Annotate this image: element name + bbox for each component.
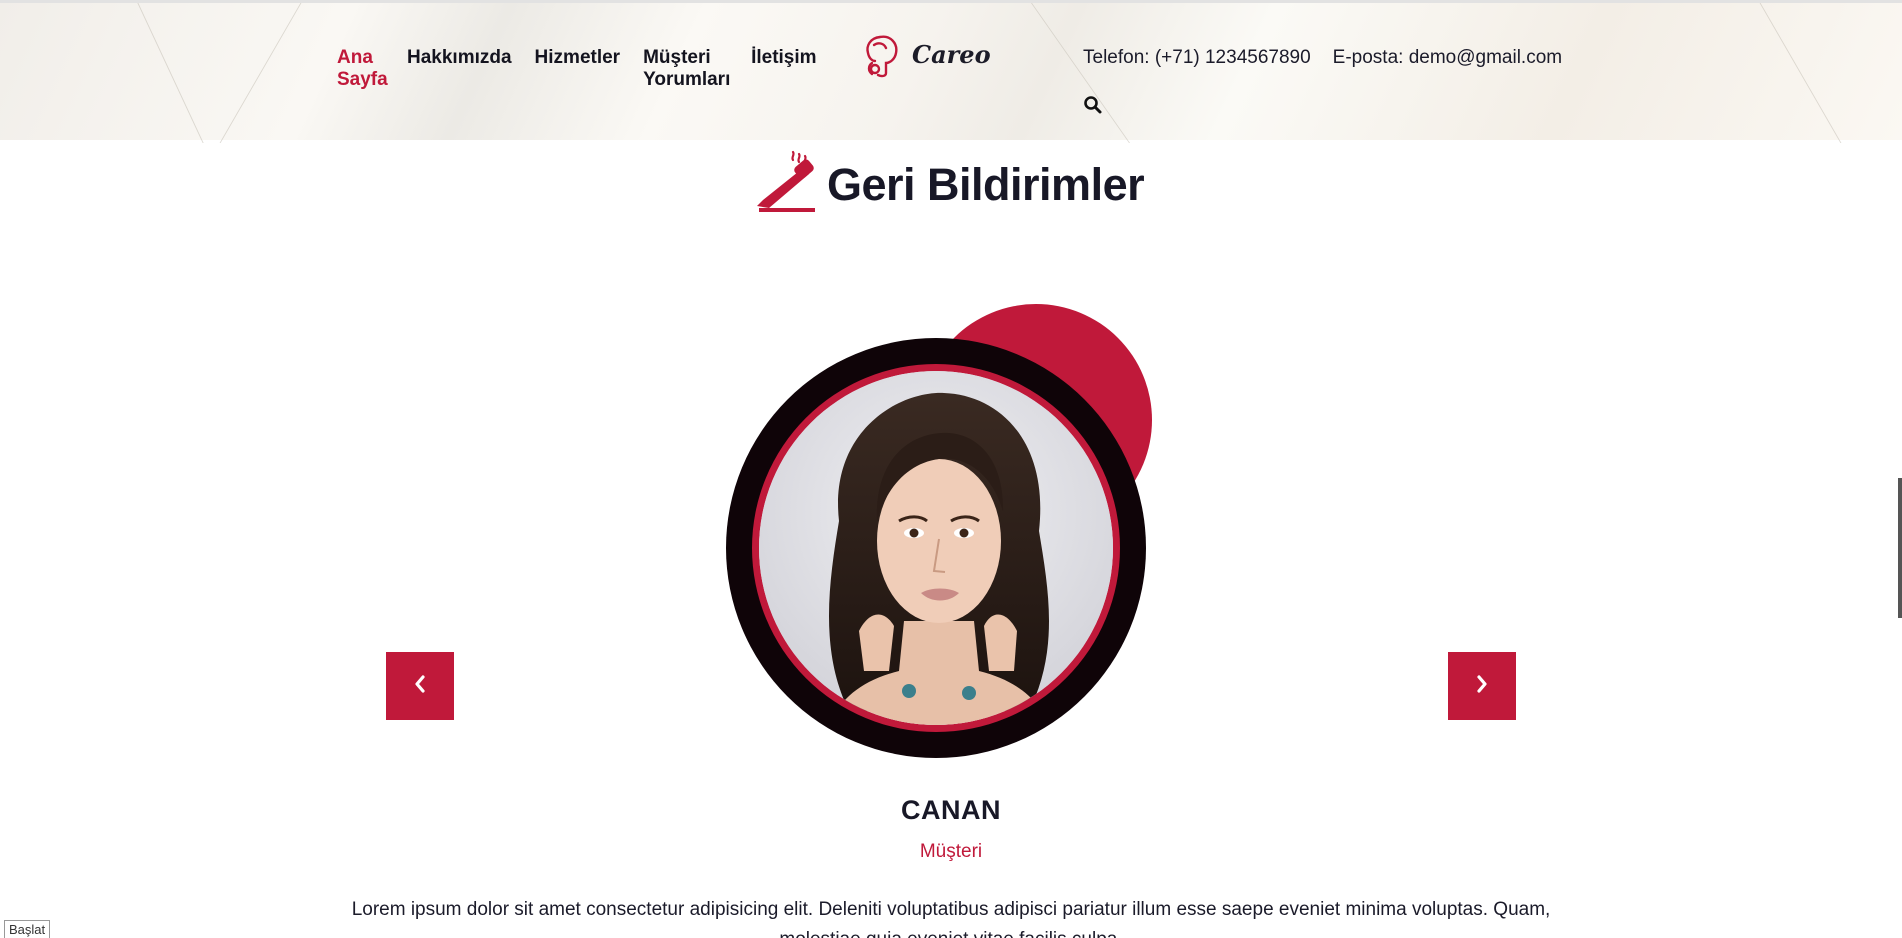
nav-item-contact[interactable]: İletişim <box>751 47 816 91</box>
woman-profile-icon <box>860 33 904 84</box>
email-text: E-posta: demo@gmail.com <box>1332 47 1563 68</box>
nav-item-about[interactable]: Hakkımızda <box>407 47 512 91</box>
avatar <box>759 371 1113 725</box>
site-header: Ana Sayfa Hakkımızda Hizmetler Müşteri Y… <box>0 0 1902 143</box>
header-decor <box>137 3 204 143</box>
logo[interactable]: Careo <box>860 33 991 84</box>
nav-item-home[interactable]: Ana Sayfa <box>337 47 388 91</box>
nav-item-services[interactable]: Hizmetler <box>535 47 621 91</box>
chevron-left-icon <box>413 674 427 698</box>
main-nav: Ana Sayfa Hakkımızda Hizmetler Müşteri Y… <box>337 47 840 91</box>
page: Ana Sayfa Hakkımızda Hizmetler Müşteri Y… <box>0 0 1902 938</box>
phone-text: Telefon: (+71) 1234567890 <box>1083 47 1311 68</box>
header-decor <box>219 3 302 143</box>
carousel-prev-button[interactable] <box>386 652 454 720</box>
status-label: Başlat <box>4 920 51 938</box>
section-title: Geri Bildirimler <box>827 158 1145 210</box>
hair-iron-icon <box>753 150 817 219</box>
contact-info: Telefon: (+71) 1234567890 E-posta: demo@… <box>1083 47 1562 69</box>
testimonial-role: Müşteri <box>919 841 983 862</box>
logo-text: Careo <box>912 40 991 69</box>
section-heading: Geri Bildirimler <box>753 150 1145 219</box>
search-button[interactable] <box>1083 95 1103 115</box>
nav-item-testimonials[interactable]: Müşteri Yorumları <box>643 47 730 91</box>
header-decor <box>1759 3 1842 143</box>
testimonial-text: Lorem ipsum dolor sit amet consectetur a… <box>351 899 1551 938</box>
chevron-right-icon <box>1475 674 1489 698</box>
header-decor <box>1030 3 1131 143</box>
carousel-next-button[interactable] <box>1448 652 1516 720</box>
testimonial-name: CANAN <box>901 795 1001 825</box>
scrollbar-thumb[interactable] <box>1898 478 1902 618</box>
search-icon <box>1083 96 1103 119</box>
